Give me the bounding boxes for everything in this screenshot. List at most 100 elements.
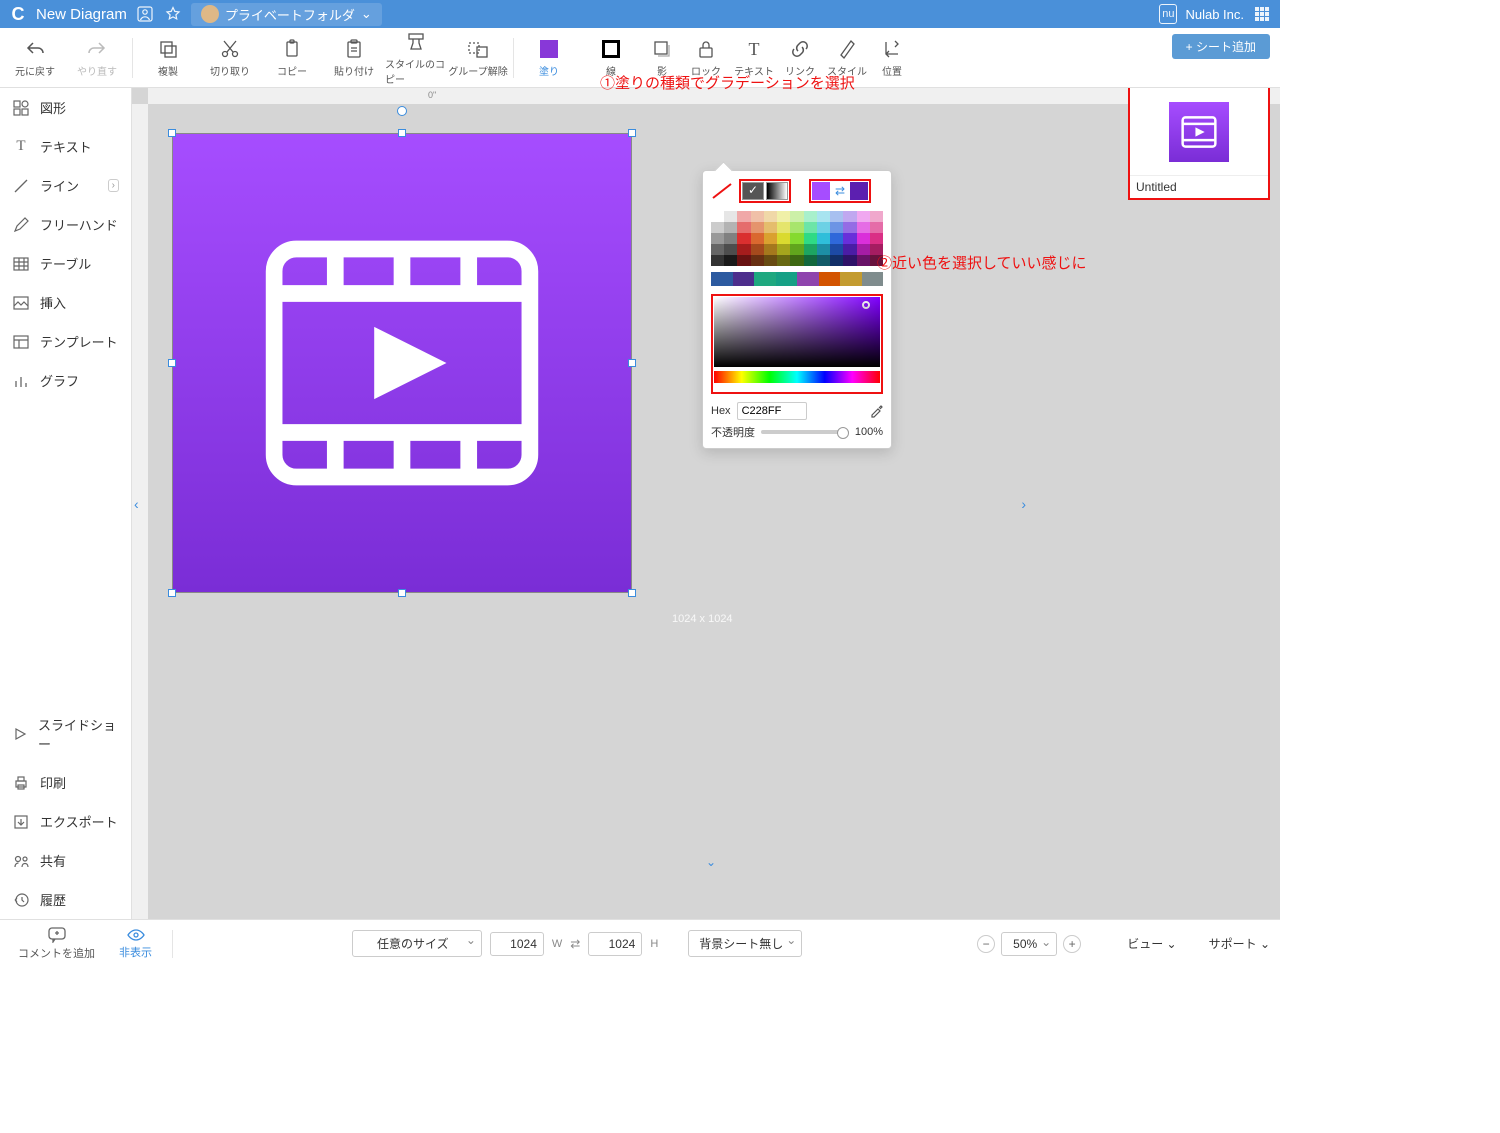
color-swatch[interactable] — [870, 211, 883, 222]
color-swatch[interactable] — [817, 255, 830, 266]
sidebar-item-share[interactable]: 共有 — [0, 841, 131, 880]
zoom-out-button[interactable]: − — [977, 935, 995, 953]
canvas[interactable]: 0" ‹ › 1024 x 1024 — [132, 88, 1280, 919]
redo-button[interactable]: やり直す — [66, 30, 128, 86]
position-button[interactable]: 位置 — [872, 30, 912, 86]
sidebar-item-shapes[interactable]: 図形 — [0, 88, 131, 127]
fill-button[interactable]: 塗り — [518, 30, 580, 86]
color-swatch[interactable] — [777, 222, 790, 233]
resize-handle-w[interactable] — [168, 359, 176, 367]
color-swatch[interactable] — [804, 222, 817, 233]
add-comment-button[interactable]: コメントを追加 — [10, 927, 103, 961]
sidebar-item-template[interactable]: テンプレート — [0, 322, 131, 361]
color-swatch[interactable] — [751, 222, 764, 233]
color-swatch[interactable] — [764, 244, 777, 255]
hex-input[interactable] — [737, 402, 807, 420]
fill-none-button[interactable] — [711, 182, 733, 200]
color-indicator[interactable] — [862, 301, 870, 309]
sidebar-item-print[interactable]: 印刷 — [0, 763, 131, 802]
color-swatches[interactable] — [711, 211, 883, 266]
star-icon[interactable] — [163, 4, 183, 24]
color-swatch[interactable] — [737, 233, 750, 244]
color-swatch[interactable] — [764, 255, 777, 266]
color-swatch[interactable] — [804, 255, 817, 266]
color-swatch[interactable] — [857, 233, 870, 244]
color-swatch[interactable] — [737, 244, 750, 255]
nulab-logo-icon[interactable]: nu — [1159, 4, 1177, 24]
swap-dimensions-icon[interactable]: ⇄ — [570, 937, 580, 951]
color-swatch[interactable] — [777, 211, 790, 222]
color-swatch[interactable] — [724, 255, 737, 266]
app-logo[interactable]: C — [8, 4, 28, 25]
color-swatch[interactable] — [817, 211, 830, 222]
color-swatch[interactable] — [724, 222, 737, 233]
color-swatch[interactable] — [711, 233, 724, 244]
sheet-thumbnail[interactable] — [1130, 88, 1268, 176]
resize-handle-n[interactable] — [398, 129, 406, 137]
color-swatch[interactable] — [843, 222, 856, 233]
diagram-title[interactable]: New Diagram — [36, 6, 127, 23]
color-swatch[interactable] — [764, 222, 777, 233]
sidebar-item-text[interactable]: Tテキスト — [0, 127, 131, 166]
color-swatch[interactable] — [857, 255, 870, 266]
saturation-lightness-picker[interactable] — [714, 297, 880, 367]
color-swatch[interactable] — [751, 255, 764, 266]
color-swatch[interactable] — [870, 222, 883, 233]
color-swatch[interactable] — [777, 244, 790, 255]
company-name[interactable]: Nulab Inc. — [1185, 7, 1244, 22]
color-swatch[interactable] — [790, 222, 803, 233]
swap-gradient-icon[interactable]: ⇄ — [832, 184, 848, 198]
color-swatch[interactable] — [857, 211, 870, 222]
paste-button[interactable]: 貼り付け — [323, 30, 385, 86]
color-swatch[interactable] — [790, 244, 803, 255]
color-swatch[interactable] — [790, 255, 803, 266]
resize-handle-sw[interactable] — [168, 589, 176, 597]
color-swatch[interactable] — [737, 255, 750, 266]
color-swatch[interactable] — [804, 233, 817, 244]
sidebar-item-line[interactable]: ライン› — [0, 166, 131, 205]
color-swatch[interactable] — [751, 233, 764, 244]
height-input[interactable]: 1024 — [588, 932, 642, 956]
opacity-slider[interactable] — [761, 430, 849, 434]
color-swatch[interactable] — [830, 211, 843, 222]
apps-grid-icon[interactable] — [1252, 4, 1272, 24]
add-sheet-button[interactable]: + シート追加 — [1172, 34, 1270, 59]
sidebar-item-insert[interactable]: 挿入 — [0, 283, 131, 322]
color-swatch[interactable] — [857, 244, 870, 255]
fill-linear-gradient-button[interactable] — [766, 182, 788, 200]
folder-selector[interactable]: プライベートフォルダ ⌄ — [191, 3, 382, 26]
resize-handle-se[interactable] — [628, 589, 636, 597]
hide-comments-button[interactable]: 非表示 — [111, 928, 160, 960]
color-swatch[interactable] — [724, 244, 737, 255]
color-swatch[interactable] — [777, 255, 790, 266]
color-swatch[interactable] — [843, 233, 856, 244]
resize-handle-ne[interactable] — [628, 129, 636, 137]
color-swatch[interactable] — [830, 222, 843, 233]
sheet-thumbnail-panel[interactable]: Untitled — [1128, 88, 1270, 200]
size-preset-select[interactable]: 任意のサイズ — [352, 930, 482, 957]
color-swatch[interactable] — [711, 244, 724, 255]
sidebar-item-export[interactable]: エクスポート — [0, 802, 131, 841]
support-menu[interactable]: サポート ⌄ — [1209, 935, 1270, 952]
color-swatch[interactable] — [764, 233, 777, 244]
sidebar-item-chart[interactable]: グラフ — [0, 361, 131, 400]
color-swatch[interactable] — [737, 222, 750, 233]
view-menu[interactable]: ビュー ⌄ — [1127, 935, 1176, 952]
color-swatch[interactable] — [804, 211, 817, 222]
color-swatch[interactable] — [711, 255, 724, 266]
gradient-stop-2[interactable] — [850, 182, 868, 200]
copy-button[interactable]: コピー — [261, 30, 323, 86]
sheet-name[interactable]: Untitled — [1130, 176, 1268, 198]
color-swatch[interactable] — [857, 222, 870, 233]
selected-shape[interactable] — [172, 133, 632, 593]
undo-button[interactable]: 元に戻す — [4, 30, 66, 86]
color-swatch[interactable] — [751, 211, 764, 222]
style-copy-button[interactable]: スタイルのコピー — [385, 30, 447, 86]
resize-handle-nw[interactable] — [168, 129, 176, 137]
color-swatch[interactable] — [724, 233, 737, 244]
color-swatch[interactable] — [870, 233, 883, 244]
color-swatch[interactable] — [724, 211, 737, 222]
zoom-in-button[interactable]: + — [1063, 935, 1081, 953]
color-swatch[interactable] — [711, 222, 724, 233]
color-swatch[interactable] — [751, 244, 764, 255]
